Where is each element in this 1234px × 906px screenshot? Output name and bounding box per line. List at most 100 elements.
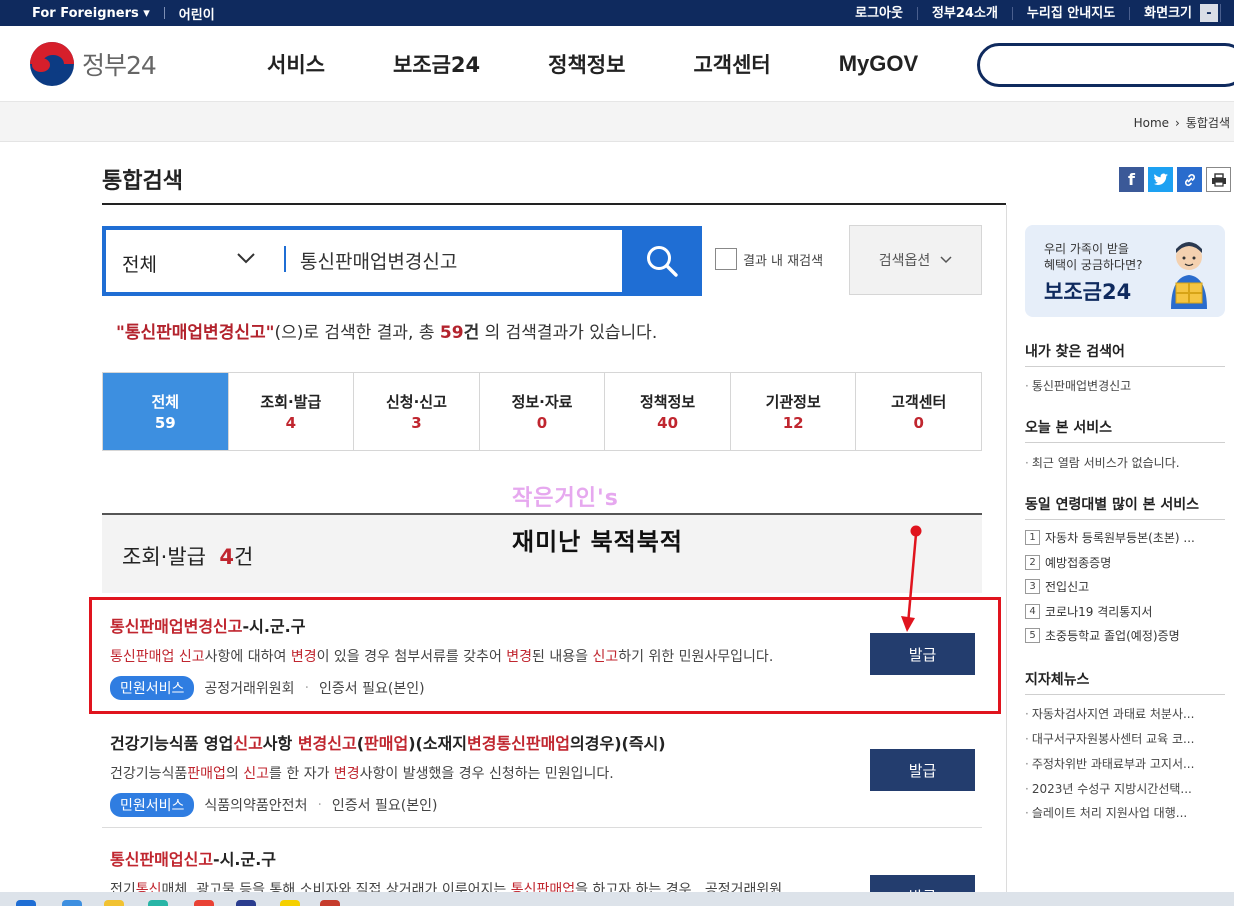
nav-policy[interactable]: 정책정보 (548, 49, 625, 79)
logo-text: 정부24 (82, 51, 157, 80)
popular-item[interactable]: 4 코로나19 격리통지서 (1025, 603, 1215, 620)
divider (1025, 366, 1225, 367)
tab-inquiry-issue[interactable]: 조회·발급 4 (227, 373, 354, 450)
share-tools: f (1119, 167, 1231, 192)
tab-agency[interactable]: 기관정보 12 (729, 373, 856, 450)
nav-customer-center[interactable]: 고객센터 (693, 49, 770, 79)
font-size-label: 화면크기 (1129, 6, 1198, 20)
popular-item[interactable]: 1 자동차 등록원부등본(초본) ... (1025, 529, 1215, 546)
logout-link[interactable]: 로그아웃 (841, 7, 917, 20)
tab-customer[interactable]: 고객센터 0 (855, 373, 981, 450)
tab-apply-report[interactable]: 신청·신고 3 (353, 373, 479, 450)
chrome-icon[interactable] (194, 900, 214, 906)
print-icon[interactable] (1206, 167, 1231, 192)
text-segment: 를 한 자가 (269, 766, 334, 782)
gov24-logo[interactable]: 정부24 (30, 42, 157, 86)
result-desc: 건강기능식품판매업의 신고를 한 자가 변경사항이 발생했을 경우 신청하는 민… (110, 763, 970, 783)
news-item[interactable]: 주정차위반 과태료부과 고지서... (1025, 755, 1225, 772)
tab-count: 4 (285, 414, 297, 432)
news-item[interactable]: 슬레이트 처리 지원사업 대행... (1025, 804, 1225, 821)
popular-item[interactable]: 2 예방접종증명 (1025, 554, 1215, 571)
checkbox-box[interactable] (715, 248, 737, 270)
summary-unit: 건 (463, 323, 480, 343)
tab-info-data[interactable]: 정보·자료 0 (478, 373, 605, 450)
edge-icon[interactable] (62, 900, 82, 906)
local-news-title: 지자체뉴스 (1025, 672, 1090, 688)
search-scope-select[interactable]: 전체 (122, 250, 157, 277)
link-copy-icon[interactable] (1177, 167, 1202, 192)
research-within-checkbox[interactable]: 결과 내 재검색 (715, 248, 823, 270)
zoom-out-button[interactable]: - (1200, 4, 1218, 22)
summary-text2: 의 검색결과가 있습니다. (479, 323, 658, 343)
chevron-right-icon: › (1175, 115, 1180, 130)
news-item[interactable]: 2023년 수성구 지방시간선택... (1025, 780, 1225, 797)
taegeuk-logo-icon (30, 42, 74, 86)
app-icon[interactable] (320, 900, 340, 906)
breadcrumb: Home › 통합검색 (1134, 114, 1230, 131)
sitemap-link[interactable]: 누리집 안내지도 (1011, 6, 1129, 20)
text-segment: 건강기능식품 영업 (110, 734, 234, 753)
tab-label: 기관정보 (765, 393, 821, 411)
nav-services[interactable]: 서비스 (267, 49, 325, 79)
recent-search-item[interactable]: 통신판매업변경신고 (1025, 377, 1225, 394)
search-input[interactable] (300, 249, 610, 271)
facebook-icon[interactable]: f (1119, 167, 1144, 192)
news-item[interactable]: 대구서구자원봉사센터 교육 코... (1025, 730, 1225, 747)
text-segment: ( (356, 734, 365, 753)
highlighted-term: 신고 (233, 734, 263, 753)
popular-item[interactable]: 3 전입신고 (1025, 578, 1215, 595)
result-title[interactable]: 통신판매업신고-시.군.구 (110, 846, 970, 870)
breadcrumb-home[interactable]: Home (1134, 116, 1169, 130)
subsidy24-banner[interactable]: 우리 가족이 받을 혜택이 궁금하다면? 보조금24 (1025, 225, 1225, 317)
result-meta: 민원서비스 식품의약품안전처 · 인증서 필요(본인) (110, 793, 970, 817)
highlighted-term: 판매업 (364, 734, 409, 753)
result-divider (102, 827, 982, 828)
search-options-label: 검색옵션 (878, 253, 931, 269)
tab-count: 40 (657, 414, 679, 432)
tab-label: 전체 (151, 393, 180, 411)
header-search-input[interactable] (977, 43, 1234, 87)
divider (163, 7, 165, 19)
chevron-down-icon[interactable] (236, 248, 256, 268)
tab-label: 정책정보 (640, 393, 696, 411)
search-options-button[interactable]: 검색옵션 (849, 225, 982, 295)
breadcrumb-band: Home › 통합검색 (0, 102, 1234, 142)
character-illustration-icon (1171, 242, 1207, 309)
app-icon[interactable] (148, 900, 168, 906)
service-badge: 민원서비스 (110, 793, 195, 817)
result-title[interactable]: 건강기능식품 영업신고사항 변경신고(판매업)(소재지변경통신판매업의경우)(즉… (110, 730, 970, 754)
zoom-in-button[interactable] (1220, 4, 1234, 22)
tab-count: 3 (411, 414, 422, 432)
popular-title: 동일 연령대별 많이 본 서비스 (1025, 497, 1200, 513)
tab-all[interactable]: 전체 59 (103, 373, 228, 450)
tab-policy[interactable]: 정책정보 40 (604, 373, 730, 450)
start-icon[interactable] (16, 900, 36, 906)
site-header: 정부24 서비스 보조금24 정책정보 고객센터 MyGOV (0, 26, 1234, 102)
search-box: 전체 (102, 226, 702, 296)
text-segment: 건강기능식품 (110, 766, 188, 782)
kids-link[interactable]: 어린이 (179, 4, 215, 23)
kakaotalk-icon[interactable] (280, 900, 300, 906)
banner-text: 우리 가족이 받을 혜택이 궁금하다면? (1044, 242, 1143, 272)
annotation-highlight-box (89, 597, 1001, 714)
annotation-arrow (901, 525, 922, 632)
my-searches-title: 내가 찾은 검색어 (1025, 344, 1125, 360)
news-item[interactable]: 자동차검사지연 과태료 처분사... (1025, 705, 1225, 722)
summary-text1: (으)로 검색한 결과, 총 (274, 323, 440, 343)
tab-label: 정보·자료 (511, 393, 573, 411)
highlighted-term: 변경신고 (297, 734, 357, 753)
folder-icon[interactable] (104, 900, 124, 906)
app-icon[interactable] (236, 900, 256, 906)
search-button[interactable] (622, 226, 702, 296)
twitter-icon[interactable] (1148, 167, 1173, 192)
popular-item[interactable]: 5 초중등학교 졸업(예정)증명 (1025, 627, 1215, 644)
nav-mygov[interactable]: MyGOV (839, 51, 918, 77)
summary-count: 59 (439, 323, 464, 343)
issue-button[interactable]: 발급 (870, 749, 975, 791)
about-link[interactable]: 정부24소개 (916, 6, 1012, 20)
sidebar-divider (1006, 205, 1007, 906)
for-foreigners-link[interactable]: For Foreigners ▾ (32, 6, 150, 21)
highlighted-term: 변경 (333, 766, 360, 782)
utility-bar: For Foreigners ▾ 어린이 로그아웃 정부24소개 누리집 안내지… (0, 0, 1234, 26)
nav-subsidy24[interactable]: 보조금24 (393, 49, 480, 79)
